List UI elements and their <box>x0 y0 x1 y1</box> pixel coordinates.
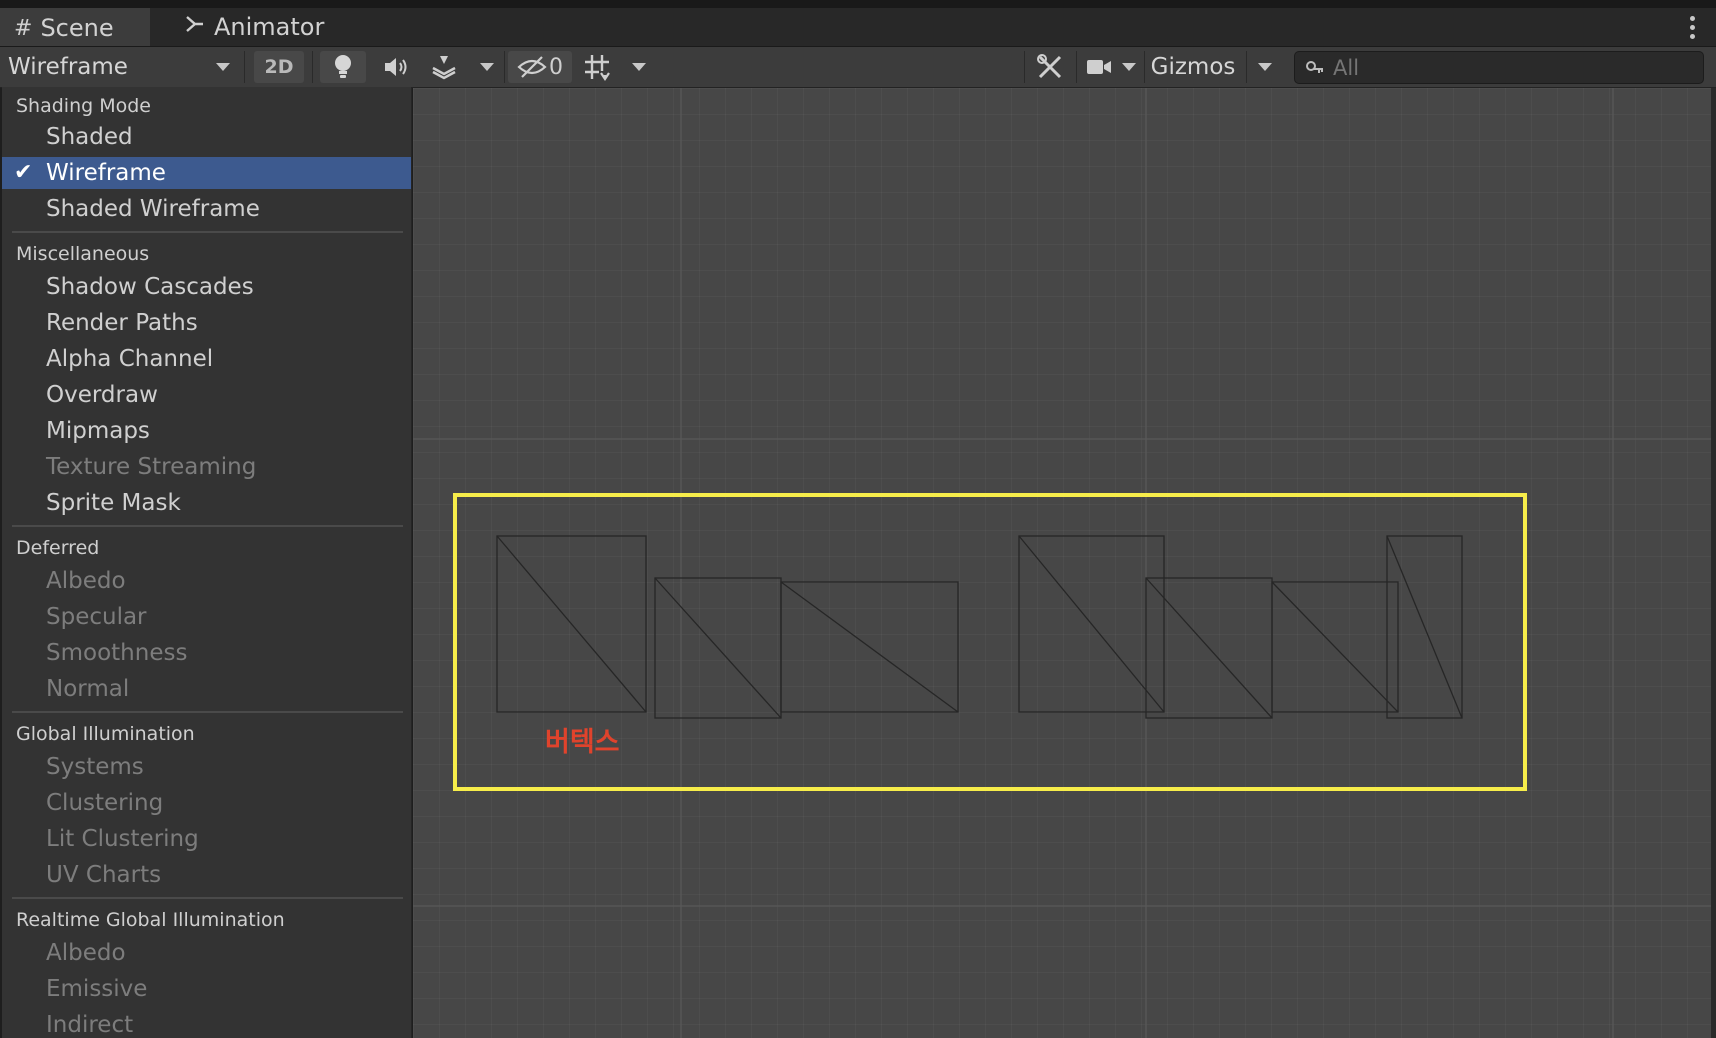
chevron-down-icon <box>632 63 646 71</box>
draw-mode-label: Wireframe <box>8 54 128 80</box>
tools-icon <box>1037 54 1062 79</box>
menu-header-global-illumination: Global Illumination <box>16 723 195 745</box>
effects-dropdown[interactable] <box>472 47 502 87</box>
menu-item-systems: Systems <box>46 754 144 780</box>
menu-item-indirect: Indirect <box>46 1012 134 1038</box>
divider <box>1024 51 1025 83</box>
menu-item-shaded-wireframe[interactable]: Shaded Wireframe <box>2 193 411 225</box>
menu-item-normal: Normal <box>46 676 130 702</box>
animator-icon <box>184 14 206 40</box>
grid-toggle-button[interactable] <box>578 47 618 87</box>
divider <box>1144 51 1145 83</box>
search-icon <box>1306 60 1323 73</box>
lighting-toggle-button[interactable] <box>320 51 366 83</box>
menu-item-smoothness: Smoothness <box>46 640 188 666</box>
vertex-annotation-label: 버텍스 <box>545 727 620 758</box>
search-field[interactable] <box>1294 51 1704 84</box>
2d-toggle-button[interactable]: 2D <box>254 51 304 83</box>
checkmark-icon: ✔ <box>14 160 33 185</box>
tab-scene-label: Scene <box>40 14 114 42</box>
layers-icon <box>432 56 456 80</box>
tab-animator[interactable]: Animator <box>170 8 324 46</box>
menu-item-mipmaps[interactable]: Mipmaps <box>2 415 411 447</box>
menu-item-specular: Specular <box>46 604 147 630</box>
chevron-down-icon <box>1258 63 1272 71</box>
eye-slash-icon <box>517 56 547 78</box>
grid-icon: # <box>14 15 33 41</box>
grid-dropdown[interactable] <box>624 47 654 87</box>
gizmos-button[interactable]: Gizmos <box>1148 47 1238 87</box>
chevron-down-icon <box>216 63 230 71</box>
camera-dropdown[interactable] <box>1116 47 1142 87</box>
menu-header-realtime-gi: Realtime Global Illumination <box>16 909 285 931</box>
scene-toolbar: Wireframe 2D 0 Gizmos <box>0 47 1716 88</box>
menu-item-uv-charts: UV Charts <box>46 862 162 888</box>
menu-item-deferred-albedo: Albedo <box>46 568 126 594</box>
audio-toggle-button[interactable] <box>374 47 418 87</box>
menu-item-overdraw[interactable]: Overdraw <box>2 379 411 411</box>
menu-header-shading-mode: Shading Mode <box>16 95 151 117</box>
scene-visibility-button[interactable]: 0 <box>508 51 572 83</box>
hidden-count: 0 <box>549 54 563 80</box>
menu-item-realtime-albedo: Albedo <box>46 940 126 966</box>
divider <box>1076 51 1077 83</box>
tab-animator-label: Animator <box>214 13 325 41</box>
menu-item-shadow-cascades[interactable]: Shadow Cascades <box>2 271 411 303</box>
divider <box>1246 51 1247 83</box>
menu-divider <box>12 711 403 713</box>
gizmos-dropdown[interactable] <box>1250 47 1280 87</box>
wireframe-meshes <box>496 535 1463 719</box>
grid-snap-icon <box>585 55 610 81</box>
menu-header-deferred: Deferred <box>16 537 100 559</box>
scene-canvas <box>413 88 1711 1038</box>
menu-divider <box>12 897 403 899</box>
window-top-strip <box>0 0 1716 8</box>
menu-item-alpha-channel[interactable]: Alpha Channel <box>2 343 411 375</box>
menu-item-wireframe-label: Wireframe <box>46 160 166 186</box>
chevron-down-icon <box>1122 63 1136 71</box>
menu-item-clustering: Clustering <box>46 790 164 816</box>
menu-header-miscellaneous: Miscellaneous <box>16 243 150 265</box>
divider <box>244 51 245 83</box>
tools-button[interactable] <box>1030 47 1070 87</box>
speaker-icon <box>385 58 407 76</box>
draw-mode-menu: Shading Mode Shaded ✔ Wireframe Shaded W… <box>2 87 412 1038</box>
camera-button[interactable] <box>1082 47 1116 87</box>
lightbulb-icon <box>335 55 351 78</box>
divider <box>312 51 313 83</box>
menu-item-wireframe[interactable]: ✔ Wireframe <box>2 157 411 189</box>
tab-scene[interactable]: # Scene <box>0 8 150 46</box>
menu-divider <box>12 525 403 527</box>
menu-item-render-paths[interactable]: Render Paths <box>2 307 411 339</box>
more-options-icon[interactable] <box>1690 16 1696 43</box>
divider <box>504 51 505 83</box>
menu-item-emissive: Emissive <box>46 976 148 1002</box>
search-input[interactable] <box>1331 54 1685 81</box>
menu-item-shaded[interactable]: Shaded <box>2 121 411 153</box>
scene-scrollbar <box>1711 88 1716 1038</box>
menu-item-sprite-mask[interactable]: Sprite Mask <box>2 487 411 519</box>
scene-view[interactable]: 버텍스 <box>413 88 1711 1038</box>
camera-icon <box>1087 60 1111 74</box>
chevron-down-icon <box>480 63 494 71</box>
tab-bar: # Scene Animator <box>0 8 1716 47</box>
menu-item-texture-streaming: Texture Streaming <box>46 454 257 480</box>
effects-button[interactable] <box>426 47 462 87</box>
menu-item-lit-clustering: Lit Clustering <box>46 826 199 852</box>
draw-mode-dropdown[interactable]: Wireframe <box>0 47 240 87</box>
menu-divider <box>12 231 403 233</box>
